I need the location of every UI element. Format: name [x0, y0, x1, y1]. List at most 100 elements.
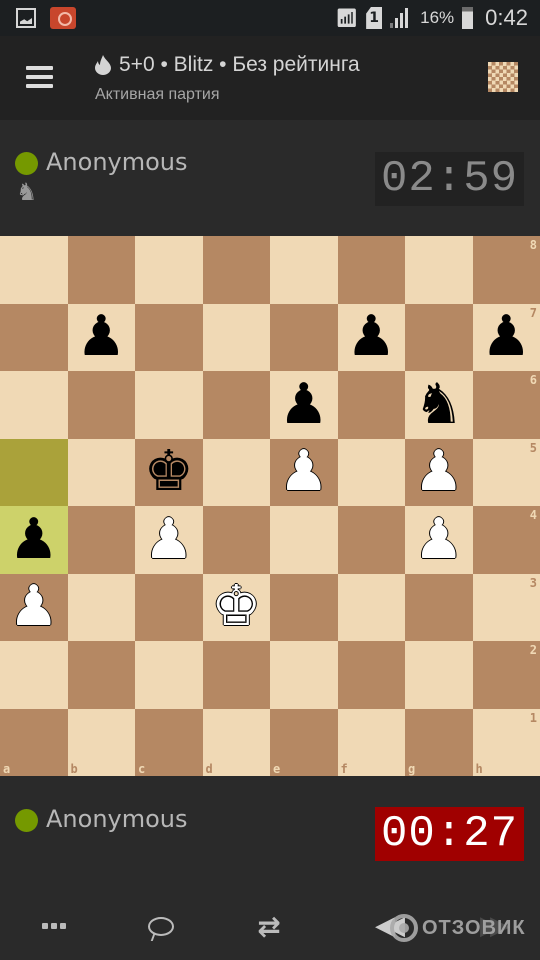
- square-a8[interactable]: [0, 236, 68, 304]
- square-h3[interactable]: 3: [472, 573, 540, 641]
- square-d6[interactable]: [202, 371, 270, 439]
- square-f5[interactable]: [337, 438, 405, 506]
- square-b5[interactable]: [67, 438, 135, 506]
- square-g5[interactable]: ♟: [405, 438, 473, 506]
- file-label: e: [273, 762, 281, 776]
- square-c7[interactable]: [135, 303, 203, 371]
- square-d4[interactable]: [202, 506, 270, 574]
- rank-label: 2: [529, 643, 537, 657]
- square-g3[interactable]: [405, 573, 473, 641]
- captured-knight-icon: ♞: [16, 178, 38, 206]
- square-e7[interactable]: [270, 303, 338, 371]
- square-h8[interactable]: 8: [472, 236, 540, 304]
- black-pawn-icon[interactable]: ♟: [346, 309, 396, 365]
- square-f1[interactable]: f: [337, 708, 405, 776]
- square-a4[interactable]: ♟: [0, 506, 68, 574]
- square-a1[interactable]: a: [0, 708, 68, 776]
- white-pawn-icon[interactable]: ♟: [9, 579, 59, 635]
- flip-board-button[interactable]: ⇄: [239, 906, 299, 946]
- square-g1[interactable]: g: [405, 708, 473, 776]
- black-knight-icon[interactable]: ♞: [414, 376, 464, 433]
- white-pawn-icon[interactable]: ♟: [144, 511, 194, 568]
- square-h5[interactable]: 5: [472, 438, 540, 506]
- square-c1[interactable]: c: [135, 708, 203, 776]
- square-e5[interactable]: ♟: [270, 438, 338, 506]
- watermark-text: ОТЗОВИК: [422, 916, 526, 939]
- square-e8[interactable]: [270, 236, 338, 304]
- otzovik-logo-icon: [390, 914, 418, 942]
- black-king-icon[interactable]: ♚: [144, 444, 194, 500]
- square-e3[interactable]: [270, 573, 338, 641]
- square-b8[interactable]: [67, 236, 135, 304]
- square-g7[interactable]: [405, 303, 473, 371]
- square-a7[interactable]: [0, 303, 68, 371]
- square-e2[interactable]: [270, 641, 338, 709]
- file-label: h: [475, 762, 483, 776]
- signal-icon: [390, 8, 412, 28]
- square-h7[interactable]: 7 ♟: [472, 303, 540, 371]
- square-e6[interactable]: ♟: [270, 371, 338, 439]
- square-h1[interactable]: 1h: [472, 708, 540, 776]
- square-b6[interactable]: [67, 371, 135, 439]
- game-status: Активная партия: [95, 86, 220, 103]
- chess-board[interactable]: 8 ♟ ♟ 7 ♟ ♟ ♞ 6 ♚ ♟ ♟ 5 ♟ ♟ ♟ 4 ♟ ♚ 3 2 a b c d e f g 1 h: [0, 236, 540, 776]
- status-bar: 📶︎ 1 16% 0:42: [0, 0, 540, 36]
- square-c8[interactable]: [135, 236, 203, 304]
- square-f7[interactable]: ♟: [337, 303, 405, 371]
- square-a2[interactable]: [0, 641, 68, 709]
- square-f3[interactable]: [337, 573, 405, 641]
- square-b1[interactable]: b: [67, 708, 135, 776]
- square-b4[interactable]: [67, 506, 135, 574]
- square-g4[interactable]: ♟: [405, 506, 473, 574]
- black-pawn-icon[interactable]: ♟: [279, 376, 329, 433]
- black-pawn-icon[interactable]: ♟: [9, 511, 59, 568]
- rank-label: 6: [529, 373, 537, 387]
- square-g8[interactable]: [405, 236, 473, 304]
- square-f2[interactable]: [337, 641, 405, 709]
- square-c5[interactable]: ♚: [135, 438, 203, 506]
- white-pawn-icon[interactable]: ♟: [414, 511, 464, 568]
- square-b7[interactable]: ♟: [67, 303, 135, 371]
- square-a6[interactable]: [0, 371, 68, 439]
- chat-button[interactable]: [131, 906, 191, 946]
- square-c6[interactable]: [135, 371, 203, 439]
- square-d7[interactable]: [202, 303, 270, 371]
- square-e1[interactable]: e: [270, 708, 338, 776]
- square-f6[interactable]: [337, 371, 405, 439]
- game-title-text: 5+0 • Blitz • Без рейтинга: [119, 53, 360, 76]
- square-h2[interactable]: 2: [472, 641, 540, 709]
- square-f8[interactable]: [337, 236, 405, 304]
- game-title: 5+0 • Blitz • Без рейтинга: [95, 53, 360, 77]
- battery-icon: [462, 7, 474, 29]
- square-b2[interactable]: [67, 641, 135, 709]
- square-a5[interactable]: [0, 438, 68, 506]
- file-label: a: [3, 762, 11, 776]
- black-pawn-icon[interactable]: ♟: [481, 309, 531, 365]
- square-f4[interactable]: [337, 506, 405, 574]
- chessboard-icon[interactable]: [488, 62, 518, 92]
- square-b3[interactable]: [67, 573, 135, 641]
- hamburger-menu-icon[interactable]: [26, 66, 53, 88]
- square-d2[interactable]: [202, 641, 270, 709]
- black-pawn-icon[interactable]: ♟: [76, 309, 126, 365]
- square-h6[interactable]: 6: [472, 371, 540, 439]
- square-d3[interactable]: ♚: [202, 573, 270, 641]
- rank-label: 5: [529, 440, 537, 455]
- square-e4[interactable]: [270, 506, 338, 574]
- square-g2[interactable]: [405, 641, 473, 709]
- square-c4[interactable]: ♟: [135, 506, 203, 574]
- square-c3[interactable]: [135, 573, 203, 641]
- white-pawn-icon[interactable]: ♟: [414, 444, 464, 500]
- square-d8[interactable]: [202, 236, 270, 304]
- square-c2[interactable]: [135, 641, 203, 709]
- square-d5[interactable]: [202, 438, 270, 506]
- white-king-icon[interactable]: ♚: [211, 579, 261, 635]
- more-options-button[interactable]: [24, 906, 84, 946]
- player-panel: Anonymous 00:27: [0, 776, 540, 886]
- white-pawn-icon[interactable]: ♟: [279, 444, 329, 500]
- square-g6[interactable]: ♞: [405, 371, 473, 439]
- square-a3[interactable]: ♟: [0, 573, 68, 641]
- square-h4[interactable]: 4: [472, 506, 540, 574]
- square-d1[interactable]: d: [202, 708, 270, 776]
- player-name: Anonymous: [46, 805, 188, 833]
